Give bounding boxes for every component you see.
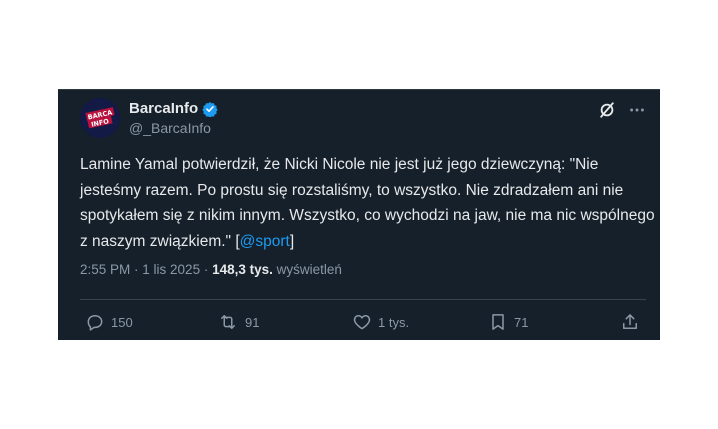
bookmark-icon: [488, 312, 508, 332]
meta-separator: ·: [130, 262, 143, 277]
barcainfo-logo: BARCA INFO: [80, 98, 120, 138]
views-count: 148,3 tys.: [212, 262, 273, 277]
display-name-row[interactable]: BarcaInfo: [129, 100, 218, 118]
like-icon: [352, 312, 372, 332]
share-icon: [620, 312, 640, 332]
views-label: wyświetleń: [272, 262, 342, 277]
action-bar: 150 91 1 tys. 71: [80, 312, 646, 336]
tweet-date[interactable]: 1 lis 2025: [142, 262, 200, 277]
handle[interactable]: @_BarcaInfo: [129, 120, 211, 136]
top-actions: [598, 101, 646, 119]
tweet-text-body: Lamine Yamal potwierdził, że Nicki Nicol…: [80, 156, 655, 250]
tweet-time[interactable]: 2:55 PM: [80, 262, 130, 277]
meta-separator: ·: [200, 262, 213, 277]
repost-count: 91: [245, 314, 260, 330]
tweet-meta: 2:55 PM · 1 lis 2025 · 148,3 tys. wyświe…: [80, 262, 342, 277]
repost-icon: [217, 312, 239, 332]
tweet-text-end: ]: [289, 232, 295, 250]
display-name[interactable]: BarcaInfo: [129, 100, 198, 117]
grok-icon[interactable]: [598, 101, 616, 119]
tweet-card: BARCA INFO BarcaInfo @_BarcaInfo Lamine …: [58, 89, 660, 340]
avatar[interactable]: BARCA INFO: [80, 98, 120, 138]
like-count: 1 tys.: [378, 314, 410, 330]
actions-divider: [80, 299, 646, 300]
mention-link[interactable]: @sport: [240, 233, 290, 250]
bookmark-count: 71: [514, 314, 529, 330]
repost-button[interactable]: 91: [217, 312, 259, 332]
reply-button[interactable]: 150: [85, 312, 133, 332]
more-icon[interactable]: [628, 101, 646, 119]
card-top-divider: [58, 89, 660, 90]
bookmark-button[interactable]: 71: [488, 312, 528, 332]
reply-icon: [85, 312, 105, 332]
reply-count: 150: [111, 314, 133, 330]
like-button[interactable]: 1 tys.: [352, 312, 409, 332]
tweet-text: Lamine Yamal potwierdził, że Nicki Nicol…: [80, 152, 655, 254]
verified-badge-icon[interactable]: [202, 101, 218, 118]
share-button[interactable]: [620, 312, 640, 332]
